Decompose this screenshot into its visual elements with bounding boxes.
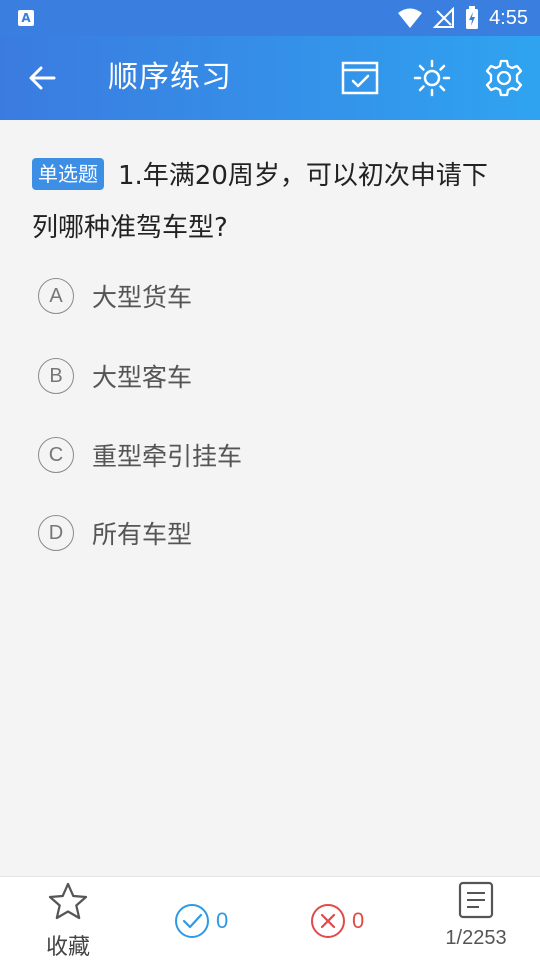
option-letter: C <box>38 437 74 473</box>
question-area: 单选题 1.年满20周岁，可以初次申请下列哪种准驾车型? A 大型货车 B 大型客… <box>0 120 540 876</box>
option-a[interactable]: A 大型货车 <box>38 276 192 316</box>
option-c[interactable]: C 重型牵引挂车 <box>38 435 242 475</box>
question-list-button[interactable]: 1/2253 <box>436 881 516 950</box>
correct-count-value: 0 <box>216 908 229 933</box>
page-title: 顺序练习 <box>108 60 232 95</box>
bottom-bar: 收藏 0 0 1/2253 <box>0 876 540 961</box>
wrong-count[interactable]: 0 <box>310 903 364 939</box>
wifi-icon <box>398 8 423 28</box>
clock: 4:55 <box>489 6 528 29</box>
option-d[interactable]: D 所有车型 <box>38 513 192 553</box>
progress-label: 1/2253 <box>445 927 507 949</box>
option-letter: D <box>38 515 74 551</box>
app-indicator-icon: A <box>18 10 34 26</box>
brightness-icon[interactable] <box>412 58 452 98</box>
correct-count[interactable]: 0 <box>174 903 228 939</box>
question-type-badge: 单选题 <box>32 158 104 190</box>
option-text: 大型客车 <box>92 363 193 392</box>
battery-icon <box>466 6 479 29</box>
answer-sheet-icon[interactable] <box>340 58 380 98</box>
app-bar: 顺序练习 <box>0 36 540 120</box>
status-bar: A 4:55 <box>0 0 540 36</box>
document-icon <box>458 881 494 919</box>
question: 单选题 1.年满20周岁，可以初次申请下列哪种准驾车型? <box>32 150 512 254</box>
option-letter: A <box>38 278 74 314</box>
status-icons: 4:55 <box>397 4 528 32</box>
settings-icon[interactable] <box>484 58 524 98</box>
option-text: 重型牵引挂车 <box>92 442 243 471</box>
signal-icon <box>433 7 455 28</box>
favorite-label: 收藏 <box>45 935 90 960</box>
option-text: 所有车型 <box>92 520 193 549</box>
star-icon <box>48 882 88 920</box>
option-text: 大型货车 <box>92 283 193 312</box>
wrong-count-value: 0 <box>352 908 365 933</box>
x-circle-icon <box>311 904 345 938</box>
check-circle-icon <box>175 904 209 938</box>
favorite-button[interactable]: 收藏 <box>40 881 96 961</box>
option-letter: B <box>38 358 74 394</box>
back-arrow-icon[interactable] <box>24 60 60 96</box>
option-b[interactable]: B 大型客车 <box>38 356 192 396</box>
